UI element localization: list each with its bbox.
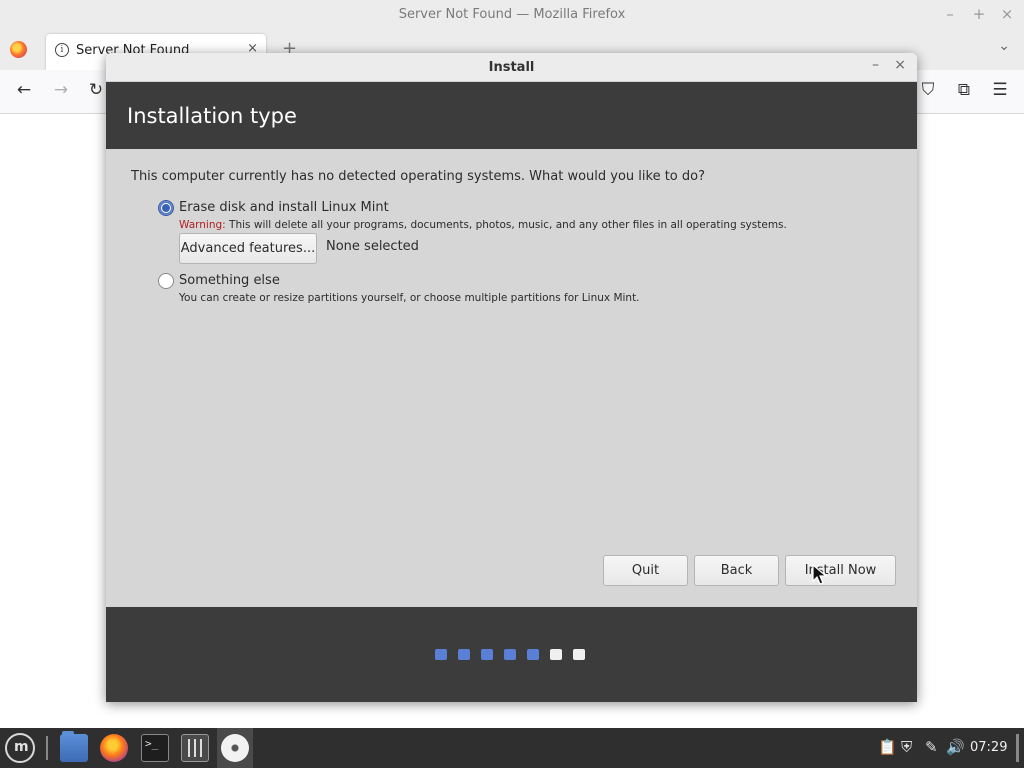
mint-menu-glyph: m (14, 739, 29, 755)
forward-arrow-icon[interactable]: → (50, 80, 72, 100)
maximize-icon[interactable]: + (970, 5, 988, 23)
progress-step-dot (435, 649, 447, 660)
minimize-icon[interactable]: – (872, 57, 879, 73)
something-else-radio[interactable] (158, 273, 174, 289)
network-icon[interactable]: ✎ (925, 738, 938, 756)
dialog-titlebar: Install – × (106, 53, 917, 82)
page-title: Installation type (127, 104, 297, 128)
settings-sliders-icon[interactable] (181, 734, 209, 762)
volume-icon[interactable]: 🔊 (946, 738, 965, 756)
erase-disk-label[interactable]: Erase disk and install Linux Mint (179, 200, 389, 215)
firefox-launcher-icon[interactable] (100, 734, 128, 762)
progress-step-dot (573, 649, 585, 660)
warning-label: Warning: (179, 219, 226, 231)
install-now-button[interactable]: Install Now (785, 555, 896, 586)
firefox-logo-icon[interactable] (10, 41, 27, 58)
mint-menu-icon[interactable]: m (5, 733, 35, 763)
dialog-header: Installation type (106, 82, 917, 149)
reload-icon[interactable]: ↻ (85, 80, 107, 100)
extensions-icon[interactable]: ⧉ (953, 80, 975, 100)
progress-step-dot (550, 649, 562, 660)
close-icon[interactable]: × (894, 57, 906, 73)
something-else-description: You can create or resize partitions your… (179, 292, 640, 304)
erase-disk-warning: Warning: This will delete all your progr… (179, 219, 787, 231)
progress-step-dot (527, 649, 539, 660)
dialog-title: Install (488, 60, 535, 75)
chevron-down-icon[interactable]: ⌄ (998, 38, 1010, 54)
back-arrow-icon[interactable]: ← (13, 80, 35, 100)
hamburger-menu-icon[interactable]: ☰ (989, 80, 1011, 100)
pocket-icon[interactable]: ⛉ (917, 80, 939, 100)
close-window-icon[interactable]: × (998, 5, 1016, 23)
dialog-footer (106, 607, 917, 702)
mouse-cursor-icon (812, 564, 828, 585)
firefox-titlebar: Server Not Found — Mozilla Firefox – + × (0, 0, 1024, 30)
quit-button[interactable]: Quit (603, 555, 688, 586)
step-progress-indicator (435, 649, 595, 661)
erase-disk-radio[interactable] (158, 200, 174, 216)
clock[interactable]: 07:29 (970, 740, 1007, 755)
installer-disc-icon[interactable] (221, 734, 249, 762)
terminal-icon[interactable]: >_ (141, 734, 169, 762)
advanced-features-button[interactable]: Advanced features... (179, 233, 317, 264)
install-dialog: Install – × Installation type This compu… (106, 53, 917, 702)
progress-step-dot (481, 649, 493, 660)
taskbar-separator (46, 736, 48, 760)
something-else-label[interactable]: Something else (179, 273, 280, 288)
taskbar: m >_ 📋 ⛨ ✎ 🔊 07:29 (0, 728, 1024, 768)
firefox-window-title: Server Not Found — Mozilla Firefox (398, 7, 626, 22)
minimize-icon[interactable]: – (941, 5, 959, 23)
files-folder-icon[interactable] (60, 731, 88, 762)
installation-question: This computer currently has no detected … (131, 169, 705, 184)
warning-text: This will delete all your programs, docu… (225, 219, 787, 231)
progress-step-dot (458, 649, 470, 660)
back-button[interactable]: Back (694, 555, 779, 586)
advanced-features-status: None selected (326, 239, 419, 254)
progress-step-dot (504, 649, 516, 660)
show-desktop-button[interactable] (1016, 734, 1019, 762)
clipboard-icon[interactable]: 📋 (878, 738, 897, 756)
shield-icon[interactable]: ⛨ (901, 738, 912, 756)
info-icon: i (55, 43, 69, 57)
